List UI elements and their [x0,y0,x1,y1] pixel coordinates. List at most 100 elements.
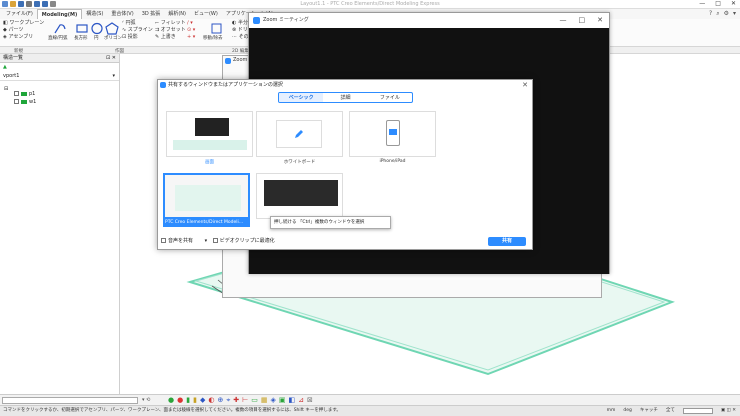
title-bar: Layout1.1 - PTC Creo Elements/Direct Mod… [0,0,740,9]
workplane-item[interactable]: ◧ ワークプレーン [3,20,44,27]
panel-close-icon[interactable]: ⊡ ✕ [106,54,116,63]
multi-select-tooltip: 押し続ける 「Ctrl」複数のウィンドウを選択 [270,216,391,229]
optimize-video-label: ビデオクリップに最適化 [219,238,275,244]
cancel-icon[interactable]: ● [177,396,183,405]
tool-icon[interactable]: ⊠ [307,396,313,405]
minimize-button[interactable]: — [699,0,705,7]
visibility-checkbox[interactable] [14,91,19,96]
tab-modeling[interactable]: Modeling(M) [36,9,83,19]
viewport-selector[interactable]: vport1 ▾ [0,72,119,81]
unit-angle[interactable]: deg [623,406,631,416]
dialog-close-button[interactable]: ✕ [522,80,528,90]
tool-icon[interactable]: ▦ [261,396,268,405]
tab-basic[interactable]: ベーシック [279,93,324,102]
tree-item-w1[interactable]: w1 [14,99,36,105]
zoom-maximize-button[interactable]: □ [579,13,586,28]
tab-analysis[interactable]: 解析(N) [164,9,190,19]
project-item[interactable]: ⊡ 投影 [122,34,153,41]
tool-icon[interactable]: ◆ [200,396,205,405]
status-bar: コマンドをクリックするか、初期選択でアセンブリ、パーツ、ワークプレーン、面または… [0,405,740,416]
web-thumbnail [256,173,343,219]
zoom-close-button[interactable]: ✕ [597,13,603,28]
creo-thumbnail [163,173,250,219]
tool-icon[interactable]: ▮ [186,396,190,405]
gear-icon[interactable]: ⚙ [724,10,729,18]
maximize-button[interactable]: □ [715,0,721,7]
tree-root-icon[interactable]: ⊟ [4,86,8,92]
tool-icon[interactable]: ◈ [271,396,276,405]
search-icon[interactable]: ⌕ [716,10,719,18]
tile-label-iphone: iPhone/iPad [379,159,406,164]
share-tile-screen[interactable]: 画面 [166,111,253,168]
tree-item-p1[interactable]: p1 [14,91,35,97]
move-icon[interactable] [210,22,224,35]
tool-icon[interactable]: ⊕ [217,396,223,405]
select-filter[interactable]: 全て [666,406,675,416]
tool-icon[interactable]: ▮ [193,396,197,405]
tab-view[interactable]: ビュー(W) [190,9,222,19]
help-icon[interactable]: ? [709,10,712,18]
new-list: ◧ ワークプレーン ◆ パーツ ◈ アセンブリ [3,20,44,41]
window-title: Layout1.1 - PTC Creo Elements/Direct Mod… [300,1,440,7]
tool-icon[interactable]: ▭ [251,396,258,405]
tab-structure[interactable]: 構造(S) [82,9,107,19]
assembly-item[interactable]: ◈ アセンブリ [3,34,44,41]
dropdown-icon[interactable]: ▾ [112,72,115,81]
point-icon[interactable]: + ▾ [187,34,195,41]
catch-mode[interactable]: キャッチ [640,406,658,416]
split-icon[interactable]: ⊙ ▾ [187,27,195,34]
ok-icon[interactable]: ● [168,396,174,405]
tab-3d-ext[interactable]: 3D 拡張 [138,9,165,19]
share-sound-checkbox[interactable] [161,238,166,243]
structure-toolbar: ▲ [0,63,119,72]
dialog-title: 共有するウィンドウまたはアプリケーションの選択 [168,82,283,88]
tab-polymer[interactable]: 重合体(V) [107,9,137,19]
share-tile-whiteboard[interactable]: ホワイトボード [256,111,343,168]
share-tile-creo-window[interactable]: PTC Creo Elements/Direct Modeli... [163,173,250,230]
polygon-label: ポリゴン [104,36,122,41]
tool-icon[interactable]: ⊢ [242,396,248,405]
structure-title: 構造一覧 [3,55,24,61]
command-dropdown-icon[interactable]: ▾ ⟲ [142,397,150,403]
viewport-name: vport1 [3,73,20,79]
status-icons[interactable]: ▣ ◫ ✕ [721,406,736,416]
arc-item[interactable]: ◜ 円弧 [122,20,153,27]
tool-icon[interactable]: ⌖ [226,396,230,405]
share-tile-iphone[interactable]: iPhone/iPad [349,111,436,168]
tool-icon[interactable]: ◐ [208,396,214,405]
zoom-minimize-button[interactable]: — [560,13,567,28]
progress-field [682,408,713,414]
tab-file[interactable]: ファイル(F) [2,9,37,19]
command-bar: ▾ ⟲ ● ● ▮ ▮ ◆ ◐ ⊕ ⌖ ✚ ⊢ ▭ ▦ ◈ ▣ ◧ ⊿ ⊠ [0,394,740,405]
trim-icon[interactable]: ∕ ▾ [187,20,195,27]
part-item[interactable]: ◆ パーツ [3,27,44,34]
polygon-icon[interactable] [105,22,119,35]
ribbon-collapse-icon[interactable]: ▾ [733,10,736,18]
tab-advanced[interactable]: 詳細 [323,93,367,102]
close-button[interactable]: ✕ [731,0,736,7]
tool-icon[interactable]: ⊿ [298,396,304,405]
zoom-meeting-title: Zoom ミーティング [263,17,309,23]
filter-icon[interactable]: ▲ [3,64,7,70]
zoom-logo-icon [225,58,231,64]
tool-icon[interactable]: ◧ [289,396,296,405]
optimize-video-checkbox[interactable] [212,238,218,243]
share-options: 音声を共有 ▾ ビデオクリップに最適化 [161,236,529,246]
sound-dropdown-icon[interactable]: ▾ [205,238,208,244]
visibility-checkbox[interactable] [14,99,19,104]
tab-files[interactable]: ファイル [368,93,412,102]
tool-icon[interactable]: ✚ [233,396,239,405]
line-arc-label: 直線/円弧 [48,36,68,41]
rectangle-icon[interactable] [75,22,89,35]
overwrite-item[interactable]: ✎ 上書き [155,34,186,41]
spline-item[interactable]: ∿ スプライン [122,27,153,34]
fillet-item[interactable]: ⌐ フィレット [155,20,186,27]
share-button[interactable]: 共有 [488,237,526,246]
pencil-icon [295,130,303,138]
line-arc-icon[interactable] [53,22,67,35]
command-input[interactable] [2,397,138,404]
circle-icon[interactable] [90,22,104,35]
tool-icon[interactable]: ▣ [279,396,286,405]
unit-length[interactable]: mm [607,406,616,416]
offset-item[interactable]: ⇉ オフセット [155,27,186,34]
